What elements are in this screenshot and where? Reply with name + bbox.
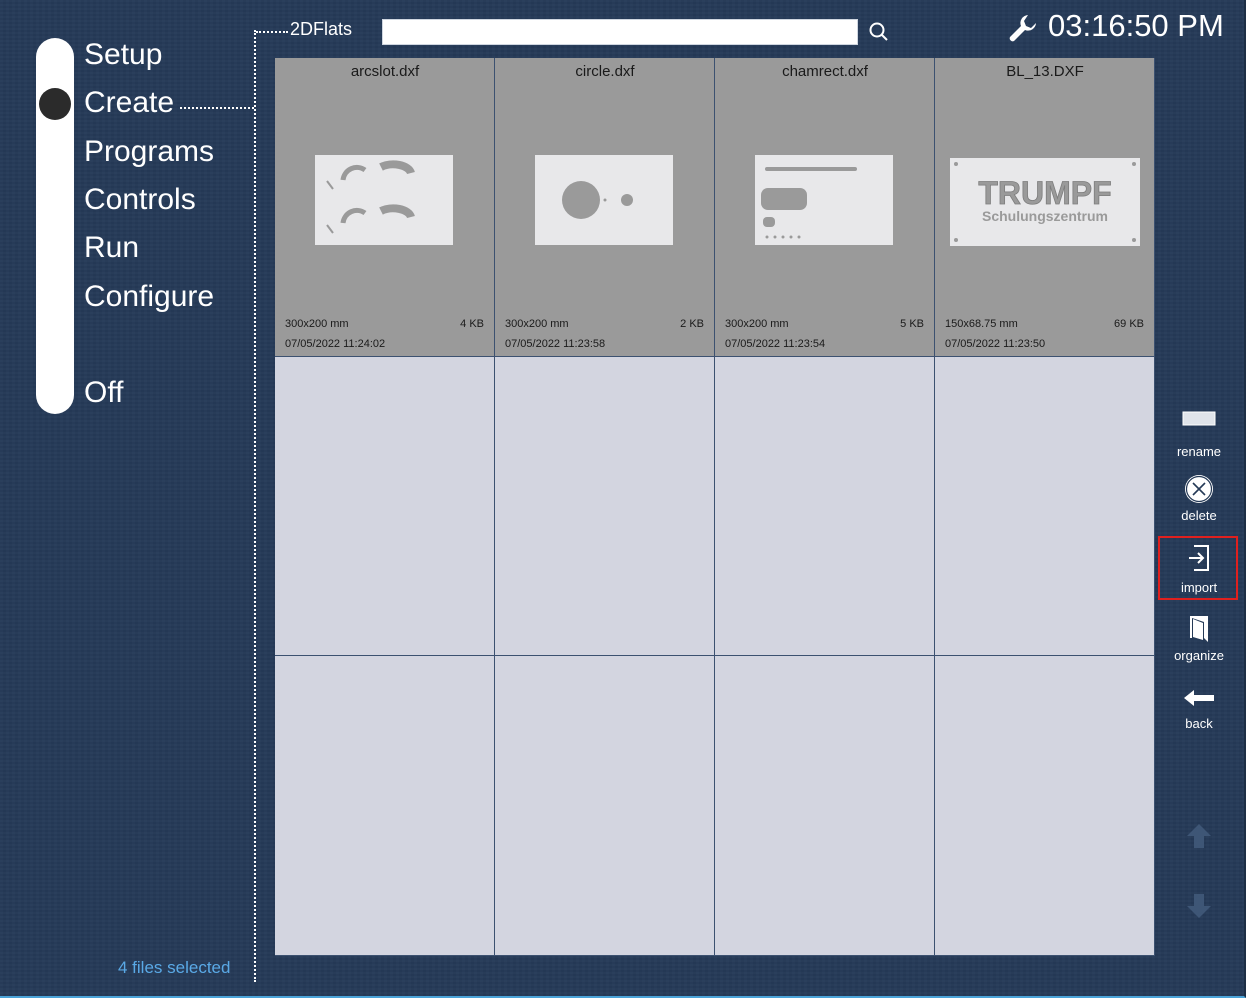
empty-tile	[275, 357, 495, 656]
file-date: 07/05/2022 11:24:02	[285, 338, 386, 350]
file-date: 07/05/2022 11:23:58	[505, 338, 606, 350]
thumbnail-logo-text: TRUMPF	[978, 175, 1111, 211]
file-size: 5 KB	[900, 318, 924, 330]
delete-button[interactable]: delete	[1160, 474, 1238, 536]
file-tile[interactable]: circle.dxf 300x200 mm 2 KB 07/05/2022 11…	[495, 58, 715, 357]
file-dimensions: 300x200 mm	[285, 318, 349, 330]
search-icon[interactable]	[866, 19, 892, 45]
file-name: arcslot.dxf	[350, 63, 420, 80]
file-thumbnail	[755, 155, 893, 245]
wrench-icon[interactable]	[1006, 11, 1040, 45]
rename-icon	[1180, 408, 1218, 442]
nav-item-off[interactable]: Off	[84, 375, 123, 411]
file-thumbnail: TRUMPF Schulungszentrum	[950, 158, 1140, 246]
empty-tile	[275, 656, 495, 956]
file-tile[interactable]: arcslot.dxf 300x200 mm 4 KB 07/05/2022 1…	[275, 58, 495, 357]
scroll-down-icon[interactable]	[1186, 892, 1212, 920]
import-highlight-box	[1158, 536, 1238, 600]
file-dimensions: 300x200 mm	[505, 318, 569, 330]
delete-label: delete	[1181, 508, 1217, 523]
file-name: circle.dxf	[575, 63, 635, 80]
organize-icon	[1180, 614, 1218, 648]
nav-item-programs[interactable]: Programs	[84, 134, 214, 170]
empty-tile	[715, 656, 935, 956]
nav-item-controls[interactable]: Controls	[84, 182, 196, 218]
empty-tile	[495, 357, 715, 656]
file-grid: arcslot.dxf 300x200 mm 4 KB 07/05/2022 1…	[275, 58, 1155, 956]
back-arrow-icon	[1180, 684, 1218, 718]
file-size: 4 KB	[460, 318, 484, 330]
back-label: back	[1185, 716, 1213, 731]
rename-label: rename	[1176, 444, 1222, 459]
empty-tile	[495, 656, 715, 956]
breadcrumb-connector	[256, 31, 288, 33]
file-date: 07/05/2022 11:23:54	[725, 338, 826, 350]
organize-label: organize	[1174, 648, 1224, 663]
file-size: 2 KB	[680, 318, 704, 330]
nav-active-indicator	[39, 88, 71, 120]
nav-item-create[interactable]: Create	[84, 85, 174, 121]
nav-item-run[interactable]: Run	[84, 230, 139, 266]
file-date: 07/05/2022 11:23:50	[945, 338, 1046, 350]
thumbnail-sub-text: Schulungszentrum	[982, 208, 1108, 224]
empty-tile	[715, 357, 935, 656]
file-dimensions: 300x200 mm	[725, 318, 789, 330]
breadcrumb: 2DFlats	[290, 19, 353, 39]
rename-button[interactable]: rename	[1160, 408, 1238, 470]
back-button[interactable]: back	[1160, 684, 1238, 746]
file-tile[interactable]: chamrect.dxf 300x200 mm 5 KB 07/05/2022 …	[715, 58, 935, 357]
file-size: 69 KB	[1114, 318, 1144, 330]
search-input[interactable]	[382, 19, 858, 45]
create-connector-dots	[180, 107, 254, 109]
file-dimensions: 150x68.75 mm	[945, 318, 1018, 330]
selection-status: 4 files selected	[118, 958, 231, 977]
empty-tile	[935, 656, 1155, 956]
organize-button[interactable]: organize	[1160, 614, 1238, 676]
file-tile[interactable]: BL_13.DXF TRUMPF Schulungszentrum 150x68…	[935, 58, 1155, 357]
clock: 03:16:50 PM	[1048, 8, 1224, 43]
nav-item-setup[interactable]: Setup	[84, 37, 162, 73]
file-name: BL_13.DXF	[1006, 63, 1084, 80]
scroll-up-icon[interactable]	[1186, 822, 1212, 850]
file-thumbnail	[315, 155, 453, 245]
delete-icon	[1180, 474, 1218, 508]
nav-item-configure[interactable]: Configure	[84, 279, 214, 315]
file-thumbnail	[535, 155, 673, 245]
file-name: chamrect.dxf	[782, 63, 868, 80]
nav-divider	[254, 30, 256, 982]
empty-tile	[935, 357, 1155, 656]
